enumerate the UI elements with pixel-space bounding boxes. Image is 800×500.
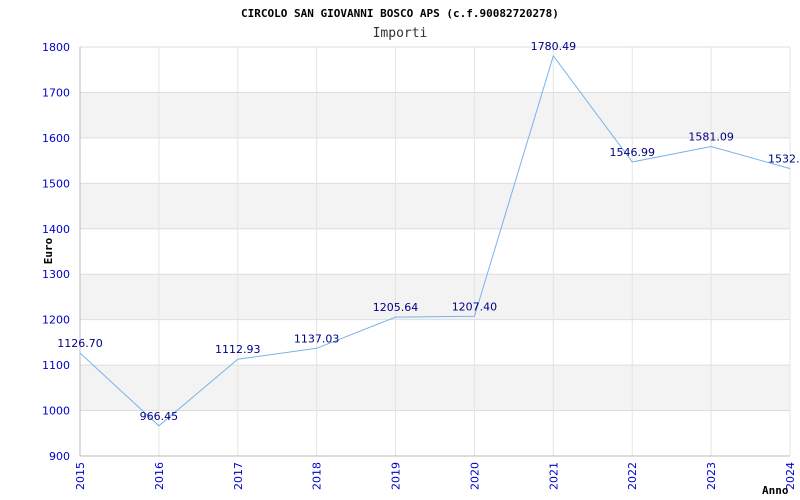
y-tick-label: 1400: [42, 223, 70, 236]
y-tick-label: 1200: [42, 314, 70, 327]
data-label: 1205.64: [373, 301, 419, 314]
y-tick-label: 1800: [42, 41, 70, 54]
line-chart: CIRCOLO SAN GIOVANNI BOSCO APS (c.f.9008…: [42, 7, 800, 497]
x-tick-labels: 2015 2016 2017 2018 2019 2020 2021 2022 2023 2024: [74, 462, 797, 490]
data-label: 1546.99: [609, 146, 655, 159]
data-label: 1112.93: [215, 343, 261, 356]
data-label: 1532.4: [768, 153, 800, 166]
data-label: 1207.40: [452, 300, 498, 313]
chart-subtitle: Importi: [373, 26, 428, 41]
grid-band: [80, 274, 790, 320]
x-tick-label: 2016: [153, 462, 166, 490]
grid-band: [80, 92, 790, 138]
y-tick-label: 1700: [42, 86, 70, 99]
x-tick-label: 2019: [390, 462, 403, 490]
y-tick-label: 1600: [42, 132, 70, 145]
data-label: 1126.70: [57, 337, 103, 350]
y-tick-label: 1100: [42, 359, 70, 372]
grid-band: [80, 365, 790, 411]
x-tick-label: 2024: [784, 462, 797, 490]
x-tick-label: 2023: [705, 462, 718, 490]
chart-title: CIRCOLO SAN GIOVANNI BOSCO APS (c.f.9008…: [241, 7, 559, 20]
data-label: 1137.03: [294, 332, 340, 345]
x-tick-label: 2018: [311, 462, 324, 490]
y-tick-label: 1300: [42, 268, 70, 281]
x-tick-label: 2015: [74, 462, 87, 490]
x-tick-label: 2022: [626, 462, 639, 490]
y-axis-title: Euro: [42, 237, 55, 264]
x-tick-label: 2017: [232, 462, 245, 490]
grid-band: [80, 183, 790, 229]
grid-bands: [80, 92, 790, 411]
y-tick-label: 1000: [42, 405, 70, 418]
x-tick-label: 2020: [468, 462, 481, 490]
data-label: 966.45: [140, 410, 179, 423]
y-tick-label: 1500: [42, 177, 70, 190]
data-label: 1780.49: [531, 40, 577, 53]
y-tick-label: 900: [49, 450, 70, 463]
data-label: 1581.09: [688, 130, 734, 143]
x-tick-label: 2021: [547, 462, 560, 490]
